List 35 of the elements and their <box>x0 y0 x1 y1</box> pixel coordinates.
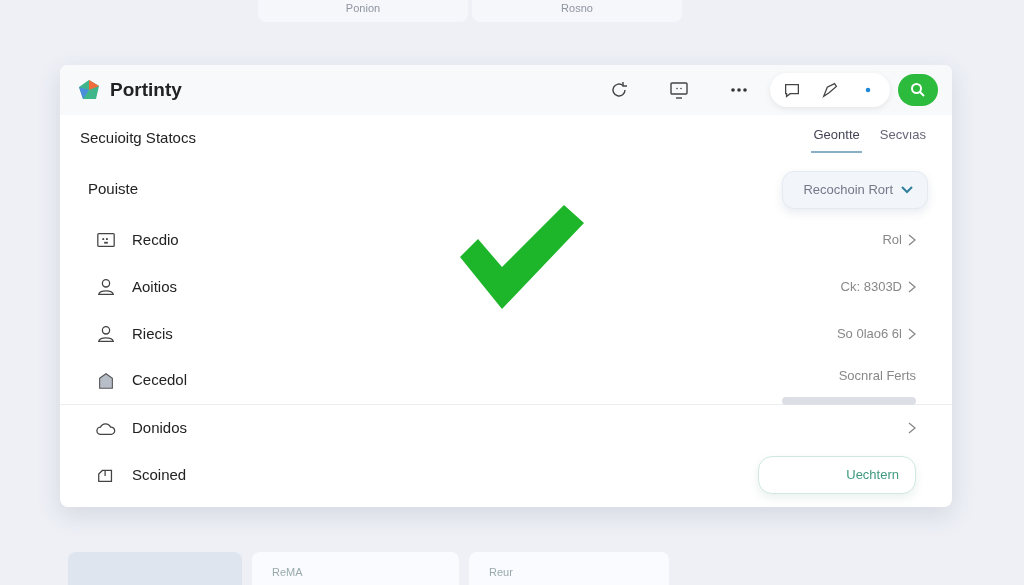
app-title: Portinty <box>110 77 182 102</box>
search-icon <box>910 82 926 98</box>
tab[interactable]: Secvıas <box>877 123 928 153</box>
section-title: Secuioitg Statocs <box>80 127 196 148</box>
pen-icon[interactable] <box>820 80 840 100</box>
list-item-label: Aoitios <box>132 276 178 297</box>
row-value: Rol <box>882 231 902 250</box>
list-heading: Pouiste <box>88 179 139 200</box>
card-label: Ponion <box>345 1 381 16</box>
card-label: Rosno <box>561 1 593 16</box>
row-value: Socnral Ferts <box>838 366 916 385</box>
checkmark-icon <box>460 205 584 309</box>
box-icon <box>96 370 116 391</box>
chevron-right-icon <box>908 234 916 246</box>
dropdown-button[interactable]: Recochoin Rort <box>782 170 928 209</box>
list-item-label: Donidos <box>132 417 188 438</box>
card-label: ReMA <box>272 566 303 578</box>
list-item-label: Cecedol <box>132 370 188 391</box>
monitor-icon[interactable] <box>668 79 690 101</box>
list-item-label: Riecis <box>132 323 173 344</box>
list-item-label: Scoined <box>132 464 187 485</box>
chevron-down-icon <box>901 185 913 194</box>
action-button[interactable]: Uechtern <box>758 456 916 494</box>
list-item-label: Recdio <box>132 229 179 250</box>
chevron-right-icon <box>908 422 916 434</box>
row-value: So 0lao6 6l <box>836 325 902 344</box>
card-label: Reur <box>489 566 513 578</box>
row-value: Ck: 8303D <box>840 278 902 297</box>
tab[interactable]: Geontte <box>811 123 862 153</box>
chevron-right-icon <box>908 328 916 340</box>
logo-icon <box>78 79 100 101</box>
person-icon <box>96 277 116 297</box>
person-icon <box>96 324 116 344</box>
calendar-icon <box>96 230 116 250</box>
chevron-right-icon <box>908 281 916 293</box>
